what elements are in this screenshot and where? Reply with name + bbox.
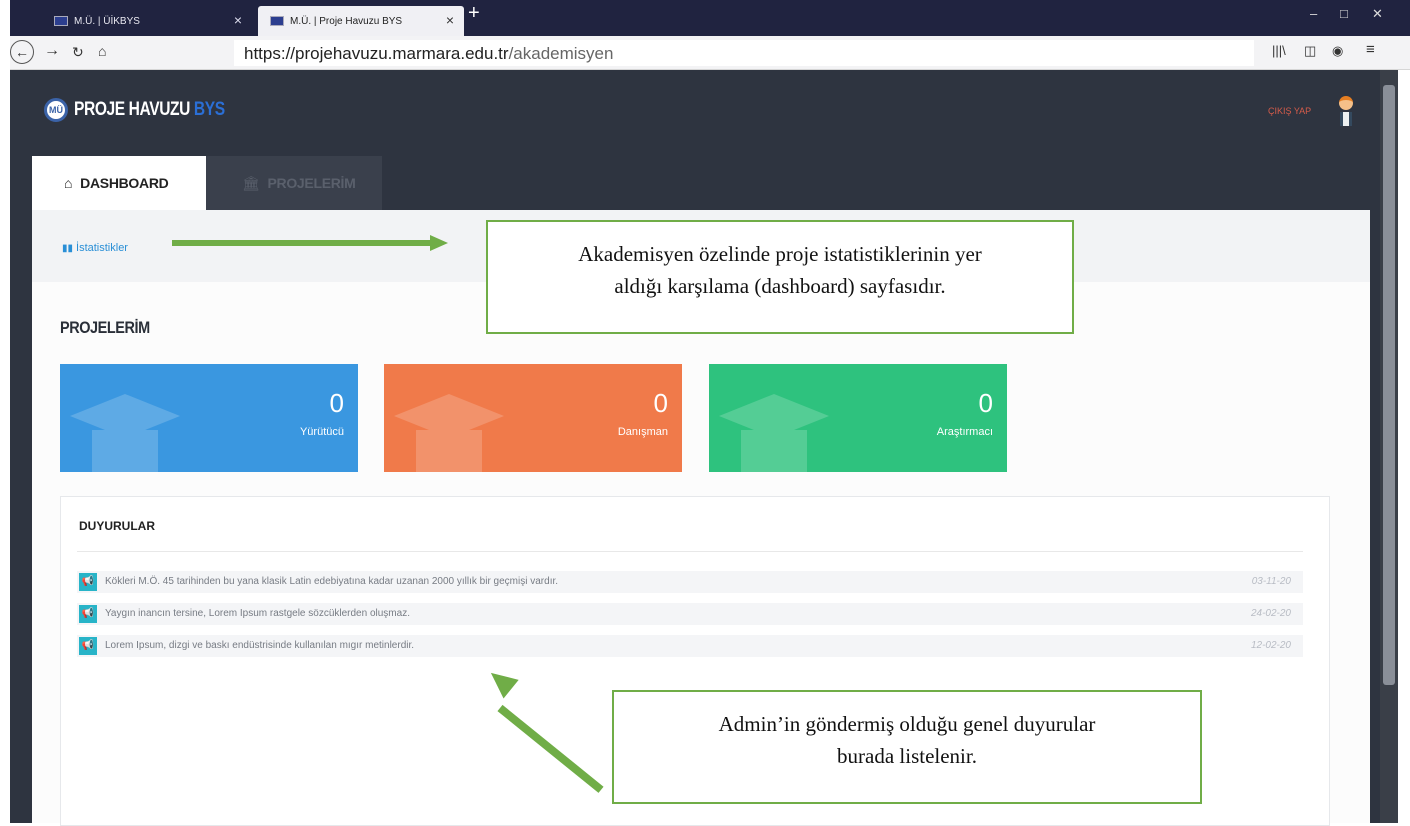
scrollbar-thumb[interactable] xyxy=(1383,85,1395,685)
app-logo[interactable]: MÜ PROJE HAVUZU BYS xyxy=(44,98,258,122)
tab-close-icon[interactable]: × xyxy=(234,12,242,28)
section-title: PROJELERİM xyxy=(60,318,150,337)
announcement-text: Kökleri M.Ö. 45 tarihinden bu yana klasi… xyxy=(105,576,559,587)
stat-count: 0 xyxy=(978,388,993,418)
tab-dashboard[interactable]: ⌂ DASHBOARD xyxy=(32,156,206,210)
address-bar[interactable]: https://projehavuzu.marmara.edu.tr/akade… xyxy=(234,40,1254,66)
favicon-icon xyxy=(270,16,284,26)
bar-chart-icon: ▮▮ xyxy=(62,243,74,254)
megaphone-icon: 📢 xyxy=(79,573,97,591)
announcement-date: 24-02-20 xyxy=(1250,608,1291,619)
tab-close-icon[interactable]: × xyxy=(446,12,454,28)
logo-text: PROJE HAVUZU BYS xyxy=(74,99,225,121)
stat-count: 0 xyxy=(329,388,344,418)
account-icon[interactable]: ◉ xyxy=(1332,43,1343,59)
tab-label: M.Ü. | Proje Havuzu BYS xyxy=(290,15,403,27)
stat-label: Yürütücü xyxy=(299,426,344,438)
announcement-callout: Admin’in göndermiş olduğu genel duyurula… xyxy=(612,690,1202,804)
logout-button[interactable]: ÇIKIŞ YAP xyxy=(1268,106,1311,116)
avatar-head xyxy=(1339,96,1353,110)
announcement-item[interactable]: 📢 Yaygın inancın tersine, Lorem Ipsum ra… xyxy=(77,603,1303,625)
callout-line: Admin’in göndermiş olduğu genel duyurula… xyxy=(718,712,1096,736)
forward-arrow-icon[interactable]: → xyxy=(44,42,60,60)
new-tab-button[interactable]: + xyxy=(468,2,480,25)
stat-label: Araştırmacı xyxy=(936,426,993,438)
sidebar-icon[interactable]: ◫ xyxy=(1304,43,1316,59)
tab-label: M.Ü. | ÜİKBYS xyxy=(74,15,140,27)
library-icon[interactable]: |||\ xyxy=(1272,43,1286,58)
callout-line: Akademisyen özelinde proje istatistikler… xyxy=(578,242,982,266)
minimize-icon[interactable]: – xyxy=(1310,6,1317,21)
callout-arrow xyxy=(172,240,432,246)
announcement-date: 03-11-20 xyxy=(1251,576,1291,587)
announcement-item[interactable]: 📢 Kökleri M.Ö. 45 tarihinden bu yana kla… xyxy=(77,571,1303,593)
stat-label: Danışman xyxy=(617,426,668,438)
browser-tab-bar: M.Ü. | ÜİKBYS × M.Ü. | Proje Havuzu BYS … xyxy=(10,0,1410,36)
graduation-cap-icon xyxy=(70,394,180,472)
url-host: https://projehavuzu.marmara.edu.tr xyxy=(244,44,509,63)
maximize-icon[interactable]: □ xyxy=(1340,6,1348,21)
menu-icon[interactable]: ≡ xyxy=(1366,41,1375,58)
announcement-date: 12-02-20 xyxy=(1250,640,1291,651)
announcement-item[interactable]: 📢 Lorem Ipsum, dizgi ve baskı endüstrisi… xyxy=(77,635,1303,657)
tab-projelerim[interactable]: 🏛 PROJELERİM xyxy=(206,156,382,210)
logo-main-text: PROJE HAVUZU xyxy=(74,99,190,120)
megaphone-icon: 📢 xyxy=(79,605,97,623)
reload-icon[interactable]: ↻ xyxy=(72,44,84,61)
callout-arrow-head xyxy=(430,235,448,251)
stat-card-yurutucu[interactable]: 0 Yürütücü xyxy=(60,364,358,472)
window-edge xyxy=(1398,70,1410,823)
stat-card-arastirmaci[interactable]: 0 Araştırmacı xyxy=(709,364,1007,472)
graduation-cap-icon xyxy=(719,394,829,472)
user-avatar[interactable] xyxy=(1338,96,1354,128)
browser-tab-uikbys[interactable]: M.Ü. | ÜİKBYS × xyxy=(42,6,252,36)
browser-tab-proje-havuzu[interactable]: M.Ü. | Proje Havuzu BYS × xyxy=(258,6,464,36)
university-logo-icon: MÜ xyxy=(44,98,68,122)
statistics-link-label: İstatistikler xyxy=(76,242,128,254)
home-icon: ⌂ xyxy=(64,175,73,191)
stat-count: 0 xyxy=(653,388,668,418)
statistics-link[interactable]: ▮▮ İstatistikler xyxy=(62,242,128,254)
callout-line: aldığı karşılama (dashboard) sayfasıdır. xyxy=(614,274,946,298)
callout-line: burada listelenir. xyxy=(837,744,977,768)
announcement-text: Yaygın inancın tersine, Lorem Ipsum rast… xyxy=(105,608,410,619)
dashboard-callout: Akademisyen özelinde proje istatistikler… xyxy=(486,220,1074,334)
close-window-icon[interactable]: ✕ xyxy=(1372,6,1383,22)
divider xyxy=(77,551,1303,552)
favicon-icon xyxy=(54,16,68,26)
url-path: /akademisyen xyxy=(508,44,614,63)
graduation-cap-icon xyxy=(394,394,504,472)
institution-icon: 🏛 xyxy=(242,174,260,191)
tab-dashboard-label: DASHBOARD xyxy=(80,175,169,191)
browser-nav-bar: ← → ↻ ⌂ https://projehavuzu.marmara.edu.… xyxy=(10,36,1410,70)
megaphone-icon: 📢 xyxy=(79,637,97,655)
home-icon[interactable]: ⌂ xyxy=(98,43,106,59)
announcements-title: DUYURULAR xyxy=(79,519,155,533)
back-arrow-icon[interactable]: ← xyxy=(10,40,34,64)
stat-card-danisman[interactable]: 0 Danışman xyxy=(384,364,682,472)
logo-accent-text: BYS xyxy=(193,99,225,120)
avatar-body xyxy=(1340,112,1352,126)
announcement-text: Lorem Ipsum, dizgi ve baskı endüstrisind… xyxy=(105,640,415,651)
tab-projelerim-label: PROJELERİM xyxy=(267,175,356,191)
